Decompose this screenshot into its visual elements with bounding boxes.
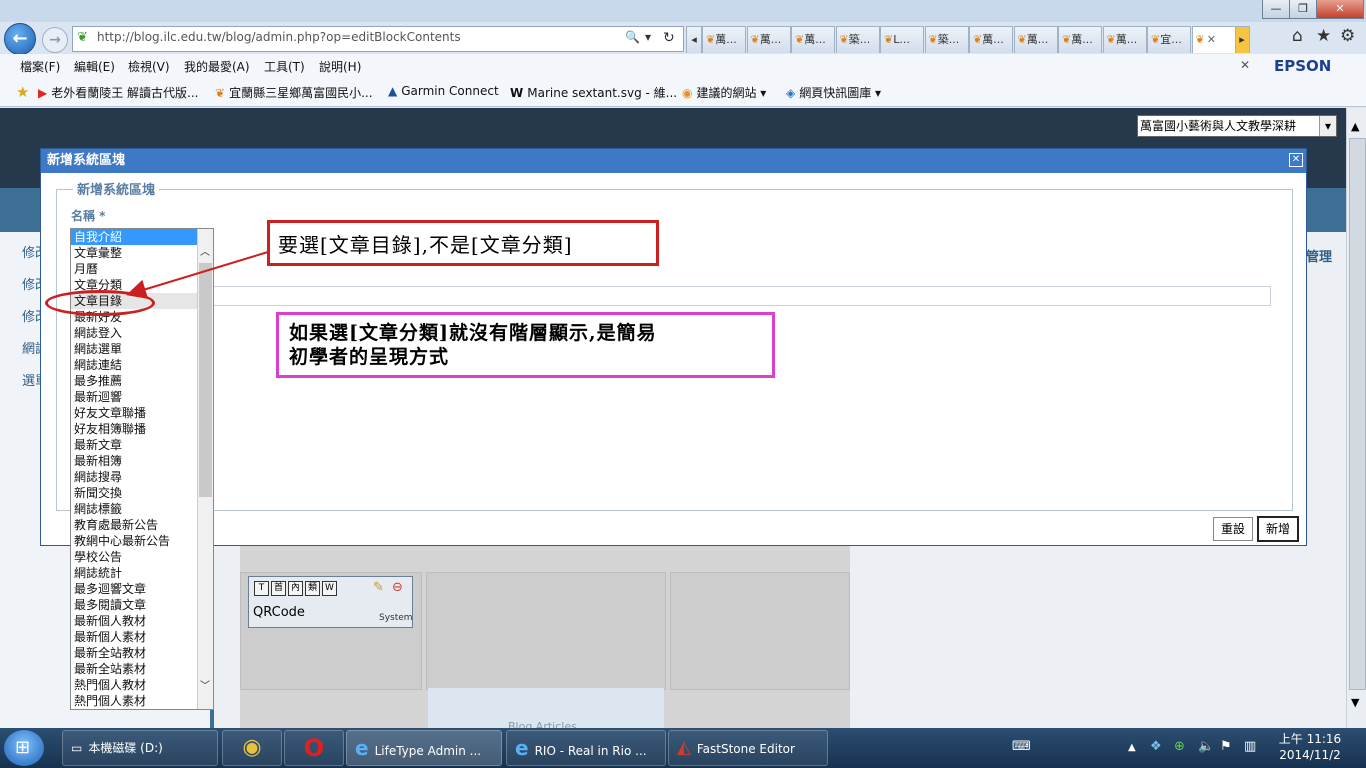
network-flag-icon[interactable]: ⚑ xyxy=(1220,739,1232,754)
dropbox-icon[interactable]: ❖ xyxy=(1150,739,1162,754)
system-clock[interactable]: 上午 11:16 2014/11/2 xyxy=(1270,731,1350,763)
callout-note-2-line-1: 如果選[文章分類]就沒有階層顯示,是簡易 xyxy=(289,322,657,344)
taskbar-ie-lifetype-button[interactable]: e LifeType Admin ... xyxy=(346,730,502,766)
drive-icon: ▭ xyxy=(71,741,83,755)
show-hidden-icons-icon[interactable]: ▲ xyxy=(1128,742,1136,753)
highlight-ellipse xyxy=(45,290,155,316)
keyboard-icon[interactable]: ⌨ xyxy=(1012,739,1031,754)
clock-time: 上午 11:16 xyxy=(1278,732,1342,746)
taskbar-button-label: RIO - Real in Rio ... xyxy=(534,744,647,758)
taskbar-button-label: LifeType Admin ... xyxy=(374,744,482,758)
taskbar-opera-button[interactable]: O xyxy=(284,730,344,766)
taskbar-faststone-button[interactable]: ◭ FastStone Editor xyxy=(668,730,828,766)
callout-note-2: 如果選[文章分類]就沒有階層顯示,是簡易 初學者的呈現方式 xyxy=(276,312,775,378)
taskbar-button-label: FastStone Editor xyxy=(696,742,795,756)
taskbar-button-label: 本機磁碟 (D:) xyxy=(88,741,163,755)
taskbar-ie-rio-button[interactable]: e RIO - Real in Rio ... xyxy=(506,730,666,766)
windows-logo-icon: ⊞ xyxy=(15,737,31,758)
annotation-arrow xyxy=(126,251,269,299)
ie-icon: e xyxy=(355,736,369,760)
callout-note-2-line-2: 初學者的呈現方式 xyxy=(289,346,450,368)
callout-note-1: 要選[文章目錄],不是[文章分類] xyxy=(267,220,659,266)
taskbar: ⊞ ▭ 本機磁碟 (D:) ◉ O e LifeType Admin ... e RI… xyxy=(0,728,1366,768)
ie-icon: e xyxy=(515,736,529,760)
volume-icon[interactable]: 🔈 xyxy=(1198,739,1214,754)
taskbar-chrome-button[interactable]: ◉ xyxy=(222,730,282,766)
arrow-line xyxy=(126,251,269,299)
network-icon[interactable]: ▥ xyxy=(1244,739,1256,754)
opera-icon: O xyxy=(303,734,325,762)
clock-date: 2014/11/2 xyxy=(1279,748,1341,762)
update-icon[interactable]: ⊕ xyxy=(1174,739,1185,754)
taskbar-explorer-button[interactable]: ▭ 本機磁碟 (D:) xyxy=(62,730,218,766)
start-button[interactable]: ⊞ xyxy=(4,730,44,766)
chrome-icon: ◉ xyxy=(242,735,262,760)
faststone-icon: ◭ xyxy=(677,737,691,758)
